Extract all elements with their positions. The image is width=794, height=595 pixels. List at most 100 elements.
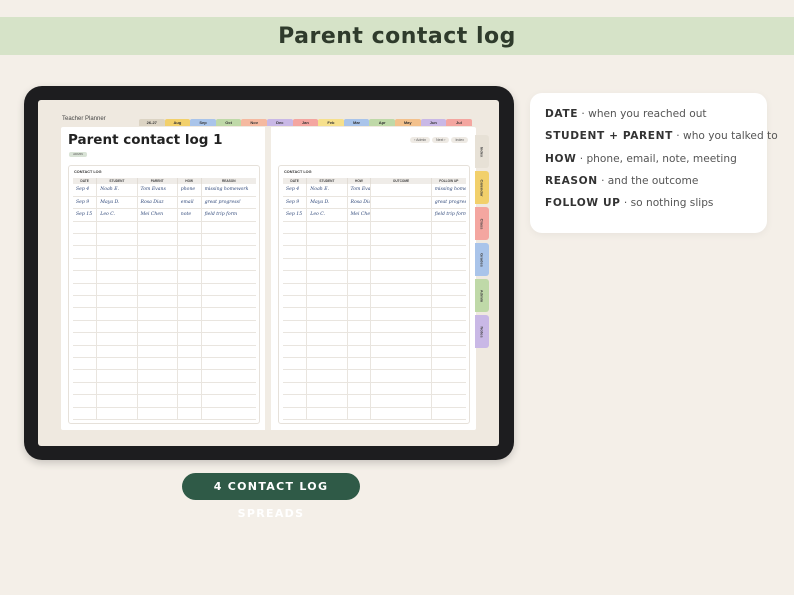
table-cell[interactable]: Rosa Diaz	[137, 196, 178, 210]
table-cell[interactable]	[177, 320, 202, 334]
table-cell[interactable]: Tom Evans	[137, 184, 178, 197]
table-cell[interactable]	[306, 233, 348, 247]
table-cell[interactable]	[96, 221, 138, 235]
table-cell[interactable]: missing homework	[201, 184, 256, 197]
quick-link[interactable]: Index	[451, 137, 468, 143]
side-tab-class[interactable]: Class	[475, 207, 489, 240]
table-cell[interactable]	[370, 394, 432, 408]
table-cell[interactable]: phone	[177, 184, 202, 197]
table-cell[interactable]	[283, 307, 308, 321]
table-cell[interactable]	[201, 345, 256, 358]
table-cell[interactable]	[370, 307, 432, 321]
table-cell[interactable]	[177, 295, 202, 309]
table-cell[interactable]	[306, 270, 348, 284]
table-cell[interactable]	[137, 382, 178, 396]
table-cell[interactable]	[73, 258, 98, 272]
month-tab-dec[interactable]: Dec	[266, 119, 293, 126]
side-tab-notes[interactable]: Notes	[475, 315, 489, 348]
table-cell[interactable]	[347, 307, 372, 321]
table-cell[interactable]	[347, 221, 372, 235]
side-tab-grades[interactable]: Grades	[475, 243, 489, 276]
month-tab-sep[interactable]: Sep	[190, 119, 216, 126]
table-cell[interactable]	[283, 369, 308, 383]
table-cell[interactable]	[370, 283, 432, 297]
month-tab-26-27[interactable]: 26-27	[139, 119, 165, 126]
table-cell[interactable]	[306, 332, 348, 346]
table-cell[interactable]	[73, 382, 98, 396]
table-cell[interactable]	[431, 283, 466, 297]
table-cell[interactable]	[137, 345, 178, 358]
table-cell[interactable]	[73, 407, 98, 420]
table-cell[interactable]	[201, 283, 256, 297]
table-cell[interactable]	[96, 245, 138, 259]
table-cell[interactable]	[73, 245, 98, 259]
table-cell[interactable]	[431, 245, 466, 259]
month-tab-mar[interactable]: Mar	[343, 119, 370, 126]
table-cell[interactable]	[370, 407, 432, 420]
table-cell[interactable]	[73, 320, 98, 334]
table-cell[interactable]	[96, 407, 138, 420]
table-cell[interactable]	[283, 382, 308, 396]
table-cell[interactable]	[73, 357, 98, 371]
table-cell[interactable]	[73, 295, 98, 309]
table-cell[interactable]	[177, 307, 202, 321]
table-cell[interactable]	[177, 332, 202, 346]
table-cell[interactable]	[370, 245, 432, 259]
admin-chip[interactable]: ADMIN	[69, 152, 87, 157]
table-cell[interactable]	[73, 369, 98, 383]
table-cell[interactable]	[96, 307, 138, 321]
table-cell[interactable]	[201, 233, 256, 247]
table-cell[interactable]	[201, 295, 256, 309]
table-cell[interactable]	[370, 233, 432, 247]
month-tab-jul[interactable]: Jul	[446, 119, 472, 126]
table-cell[interactable]: Sep 4	[283, 184, 308, 197]
table-cell[interactable]	[137, 258, 178, 272]
table-cell[interactable]	[137, 332, 178, 346]
table-cell[interactable]	[283, 221, 308, 235]
table-cell[interactable]	[306, 394, 348, 408]
table-cell[interactable]: Sep 15	[73, 208, 98, 222]
table-cell[interactable]	[137, 307, 178, 321]
table-cell[interactable]: Mei Chen note	[347, 208, 372, 222]
table-cell[interactable]	[431, 233, 466, 247]
table-cell[interactable]	[177, 221, 202, 235]
table-cell[interactable]	[370, 295, 432, 309]
table-cell[interactable]	[347, 245, 372, 259]
month-tab-nov[interactable]: Nov	[241, 119, 267, 126]
table-cell[interactable]	[431, 394, 466, 408]
table-cell[interactable]	[283, 258, 308, 272]
table-cell[interactable]	[73, 332, 98, 346]
table-cell[interactable]	[96, 258, 138, 272]
table-cell[interactable]	[96, 369, 138, 383]
table-cell[interactable]	[283, 283, 308, 297]
table-cell[interactable]: Leo C.	[96, 208, 138, 222]
table-cell[interactable]	[137, 221, 178, 235]
month-tab-apr[interactable]: Apr	[369, 119, 395, 126]
table-cell[interactable]	[283, 295, 308, 309]
table-cell[interactable]	[201, 369, 256, 383]
table-cell[interactable]: Sep 9	[73, 196, 98, 210]
table-cell[interactable]	[431, 270, 466, 284]
table-cell[interactable]: Rosa Diaz email	[347, 196, 372, 210]
table-cell[interactable]	[431, 221, 466, 235]
table-cell[interactable]	[431, 407, 466, 420]
table-cell[interactable]	[370, 382, 432, 396]
table-cell[interactable]	[370, 196, 432, 210]
month-tab-jan[interactable]: Jan	[292, 119, 319, 126]
table-cell[interactable]	[370, 221, 432, 235]
table-cell[interactable]	[283, 332, 308, 346]
table-cell[interactable]	[306, 407, 348, 420]
table-cell[interactable]	[306, 307, 348, 321]
table-cell[interactable]	[347, 233, 372, 247]
table-cell[interactable]	[431, 307, 466, 321]
table-cell[interactable]	[306, 357, 348, 371]
table-cell[interactable]: Maya D.	[96, 196, 138, 210]
table-cell[interactable]	[347, 320, 372, 334]
table-cell[interactable]	[370, 369, 432, 383]
table-cell[interactable]	[370, 208, 432, 222]
table-cell[interactable]	[347, 345, 372, 358]
table-cell[interactable]	[306, 369, 348, 383]
table-cell[interactable]: note	[177, 208, 202, 222]
table-cell[interactable]	[73, 394, 98, 408]
table-cell[interactable]	[96, 357, 138, 371]
